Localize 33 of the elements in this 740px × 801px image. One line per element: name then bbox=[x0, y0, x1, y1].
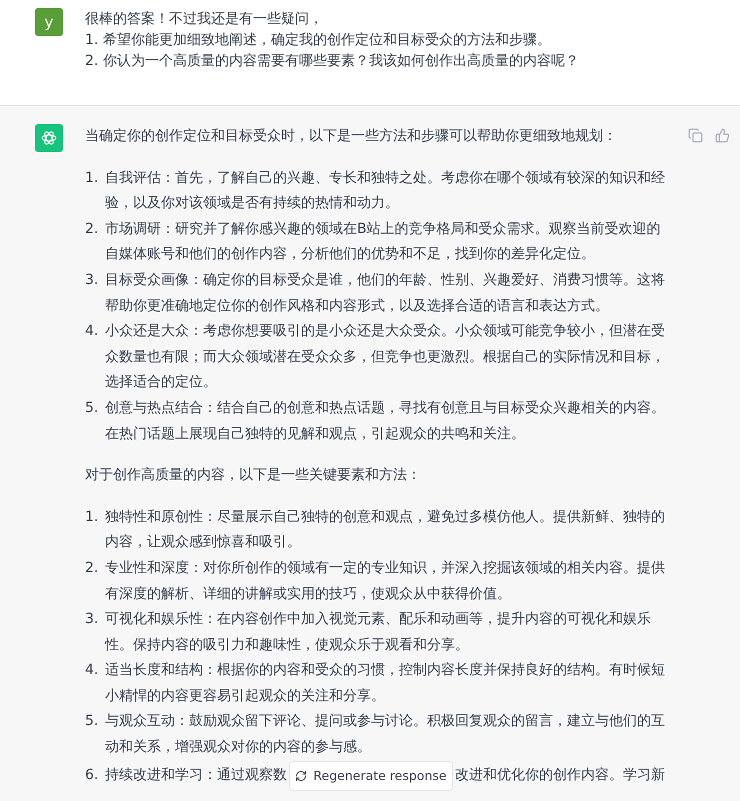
list-number: 1. bbox=[85, 508, 100, 527]
paragraph: 对于创作高质量的内容，以下是一些关键要素和方法： bbox=[85, 466, 422, 486]
regenerate-button[interactable]: Regenerate response bbox=[289, 760, 453, 791]
list-item-text: 可视化和娱乐性：在内容创作中加入视觉元素、配乐和动画等，提升内容的可视化和娱乐性。保持内容的吸引力和趣味性，使观众乐于观看和分享。 bbox=[105, 610, 652, 655]
list-number: 6. bbox=[85, 766, 100, 785]
list-item-text: 适当长度和结构：根据你的内容和受众的习惯，控制内容长度并保持良好的结构。有时候短小精悍的内容更容易引起观众的关注和分享。 bbox=[105, 661, 666, 706]
user-avatar: y bbox=[35, 8, 63, 36]
list-number: 4. bbox=[85, 322, 100, 342]
list-item-text: 目标受众画像：确定你的目标受众是谁，他们的年龄、性别、兴趣爱好、消费习惯等。这将帮助你更准确地定位你的创作风格和内容形式，以及选择合适的语言和表达方式。 bbox=[105, 270, 666, 316]
copy-icon[interactable] bbox=[688, 128, 703, 143]
list-item-text: 小众还是大众：考虑你想要吸引的是小众还是大众受众。小众领域可能竞争较小，但潜在受众数量也有限；而大众领域潜在受众众多，但竞争也更激烈。根据自己的实际情况和目标，选择适合的定位。 bbox=[105, 322, 666, 392]
list-number: 3. bbox=[85, 270, 100, 290]
list-item-text: 市场调研：研究并了解你感兴趣的领域在B站上的竞争格局和受众需求。观察当前受欢迎的自媒体账号和他们的创作内容，分析他们的优势和不足，找到你的差异化定位。 bbox=[105, 220, 662, 264]
list-number: 2. bbox=[85, 558, 100, 578]
refresh-icon bbox=[295, 770, 308, 782]
list-number: 5. bbox=[85, 712, 100, 732]
message-line: 1. 希望你能更加细致地阐述，确定我的创作定位和目标受众的方法和步骤。 bbox=[85, 31, 552, 50]
list-number: 4. bbox=[85, 661, 100, 680]
list-number: 5. bbox=[85, 398, 100, 418]
list-item-text: 创意与热点结合：结合自己的创意和热点话题，寻找有创意且与目标受众兴趣相关的内容。在热门话题上展现自己独特的见解和观点，引起观众的共鸣和关注。 bbox=[105, 398, 666, 444]
list-item-text: 独特性和原创性：尽量展示自己独特的创意和观点，避免过多模仿他人。提供新鲜、独特的内容，让观众感到惊喜和吸引。 bbox=[105, 508, 666, 552]
message-line: 很棒的答案！不过我还是有一些疑问， bbox=[85, 10, 324, 29]
message-line: 2. 你认为一个高质量的内容需要有哪些要素？我该如何创作出高质量的内容呢？ bbox=[85, 52, 579, 71]
thumbs-up-icon[interactable] bbox=[715, 128, 730, 143]
list-item-text: 改进和优化你的创作内容。学习新 bbox=[455, 766, 665, 785]
list-number: 3. bbox=[85, 610, 100, 630]
list-number: 1. bbox=[85, 168, 100, 188]
list-item-text: 与观众互动：鼓励观众留下评论、提问或参与讨论。积极回复观众的留言，建立与他们的互动和关系，增强观众对你的内容的参与感。 bbox=[105, 712, 666, 758]
list-number: 2. bbox=[85, 220, 100, 239]
list-item-text: 自我评估：首先，了解自己的兴趣、专长和独特之处。考虑你在哪个领域有较深的知识和经验，以及你对该领域是否有持续的热情和动力。 bbox=[105, 168, 666, 214]
list-item-text: 持续改进和学习：通过观察数 bbox=[105, 766, 287, 785]
paragraph: 当确定你的创作定位和目标受众时，以下是一些方法和步骤可以帮助你更细致地规划： bbox=[85, 127, 618, 146]
list-item-text: 专业性和深度：对你所创作的领域有一定的专业知识，并深入挖掘该领域的相关内容。提供有深度的解析、详细的讲解或实用的技巧，使观众从中获得价值。 bbox=[105, 558, 666, 604]
